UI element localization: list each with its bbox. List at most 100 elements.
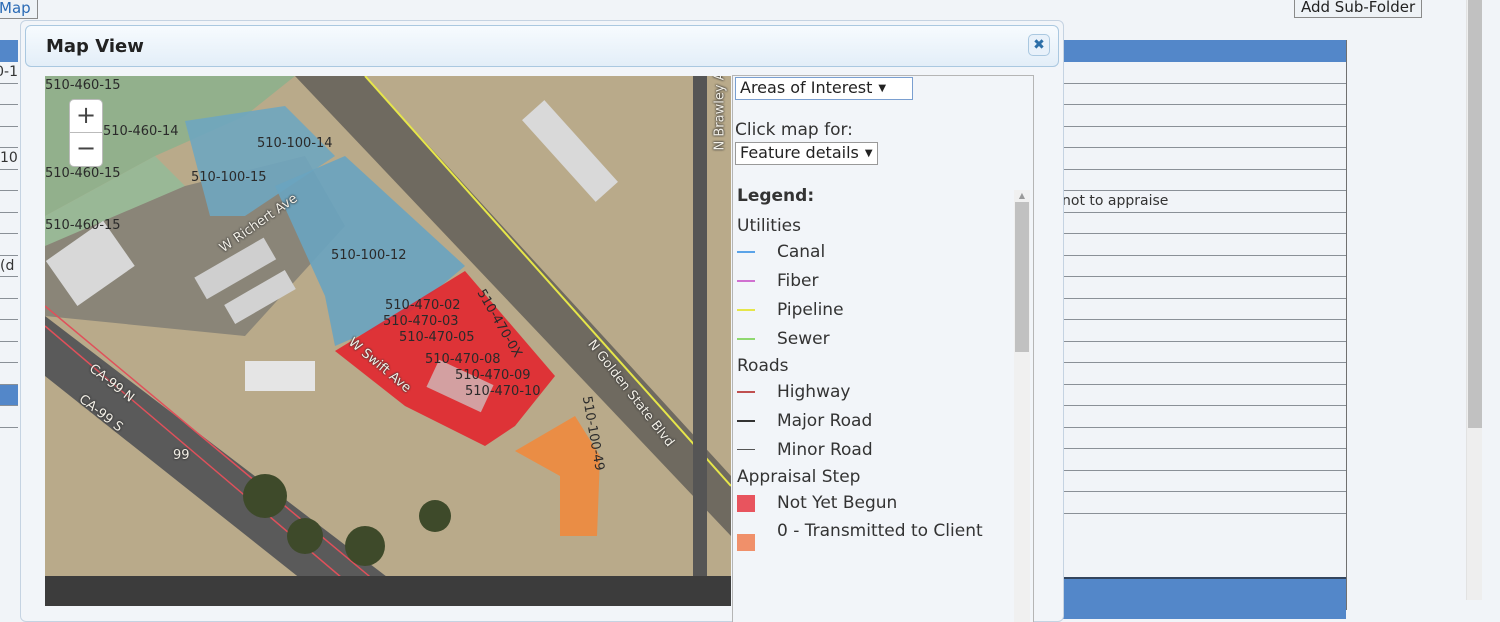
table-row[interactable]	[1062, 84, 1346, 105]
legend-item-label: Minor Road	[777, 440, 873, 460]
parcel-label[interactable]: 510-460-15	[45, 218, 121, 233]
background-table-left: 0-1 10 d)	[0, 40, 18, 610]
table-row[interactable]	[1062, 385, 1346, 406]
table-row[interactable]	[1062, 299, 1346, 320]
table-row[interactable]	[1062, 277, 1346, 299]
legend-swatch-icon	[737, 534, 755, 551]
legend-item-label: Not Yet Begun	[777, 493, 898, 513]
table-row[interactable]	[0, 213, 18, 234]
dropdown-arrow-icon: ▼	[878, 82, 887, 94]
table-row[interactable]	[0, 84, 18, 105]
legend: Legend: Utilities Canal Fiber Pipeline Sewer…	[737, 186, 1013, 566]
map-view-dialog: Map View ✖ 510-460-15 510-460-14 510-460…	[20, 20, 1064, 622]
legend-title: Legend:	[737, 186, 815, 206]
add-subfolder-button[interactable]: Add Sub-Folder	[1294, 0, 1423, 18]
table-row[interactable]	[1062, 449, 1346, 471]
table-row[interactable]	[1062, 256, 1346, 277]
table-row[interactable]	[0, 127, 18, 148]
map-canvas[interactable]: 510-460-15 510-460-14 510-460-15 510-460-15…	[45, 76, 731, 606]
parcel-label[interactable]: 510-460-14	[103, 124, 179, 139]
parcel-label[interactable]: 510-470-08	[425, 352, 501, 367]
table-row[interactable]: not to appraise	[1062, 191, 1346, 213]
table-row[interactable]	[0, 277, 18, 299]
zoom-control: + −	[69, 99, 103, 167]
table-row[interactable]	[0, 342, 18, 363]
table-row[interactable]	[1062, 127, 1346, 148]
close-icon: ✖	[1033, 37, 1045, 53]
table-row[interactable]	[0, 105, 18, 127]
table-row[interactable]: d)	[0, 256, 18, 277]
legend-line-icon	[737, 391, 755, 393]
street-label: N Brawley Ave	[712, 76, 728, 151]
legend-swatch-icon	[737, 495, 755, 512]
table-row[interactable]	[0, 299, 18, 320]
table-row[interactable]	[0, 191, 18, 213]
table-row[interactable]	[1062, 428, 1346, 449]
legend-item-label: Major Road	[777, 411, 873, 431]
legend-group-title: Utilities	[737, 216, 801, 236]
click-action-select[interactable]: Feature details ▼	[735, 142, 878, 165]
scroll-up-icon[interactable]: ▲	[1014, 190, 1030, 202]
table-row[interactable]	[1062, 320, 1346, 342]
parcel-label[interactable]: 510-460-15	[45, 78, 121, 93]
dialog-title: Map View	[46, 36, 144, 57]
map-button[interactable]: Map	[0, 0, 38, 19]
table-row[interactable]	[1062, 492, 1346, 514]
legend-line-icon	[737, 280, 755, 282]
table-row[interactable]	[0, 384, 18, 406]
parcel-label[interactable]: 510-470-10	[465, 384, 541, 399]
legend-item: Fiber	[737, 269, 1013, 298]
table-row[interactable]	[1062, 213, 1346, 234]
table-row[interactable]	[1062, 234, 1346, 256]
legend-item: Highway	[737, 380, 1013, 409]
parcel-label[interactable]: 510-470-09	[455, 368, 531, 383]
table-row[interactable]	[1062, 363, 1346, 385]
table-row[interactable]	[1062, 148, 1346, 170]
legend-item-label: Fiber	[777, 271, 819, 291]
table-row[interactable]	[0, 170, 18, 191]
table-header	[1062, 40, 1346, 62]
table-row[interactable]: 0-1	[0, 62, 18, 84]
zoom-out-button[interactable]: −	[70, 133, 102, 165]
layer-select[interactable]: Areas of Interest ▼	[735, 77, 913, 100]
legend-line-icon	[737, 338, 755, 340]
legend-scrollbar[interactable]: ▲	[1014, 190, 1030, 622]
legend-group-title: Roads	[737, 356, 789, 376]
legend-line-icon	[737, 309, 755, 311]
legend-item: Pipeline	[737, 298, 1013, 327]
table-row[interactable]	[0, 320, 18, 342]
legend-group-title: Appraisal Step	[737, 467, 861, 487]
table-row[interactable]	[0, 363, 18, 385]
table-row[interactable]	[1062, 471, 1346, 492]
dialog-titlebar[interactable]: Map View ✖	[25, 25, 1059, 67]
table-row[interactable]	[1062, 342, 1346, 363]
table-row[interactable]	[1062, 105, 1346, 127]
legend-line-icon	[737, 449, 755, 450]
parcel-label[interactable]: 510-460-15	[45, 166, 121, 181]
page-scrollbar[interactable]	[1466, 0, 1482, 600]
table-row[interactable]	[0, 406, 18, 428]
parcel-label[interactable]: 510-470-02	[385, 298, 461, 313]
close-button[interactable]: ✖	[1028, 34, 1050, 56]
parcel-label[interactable]: 510-470-03	[383, 314, 459, 329]
legend-item-label: Pipeline	[777, 300, 844, 320]
table-row[interactable]	[1062, 62, 1346, 84]
click-action-value: Feature details	[740, 143, 859, 162]
parcel-label[interactable]: 510-100-14	[257, 136, 333, 151]
map-side-panel: Areas of Interest ▼ Click map for: Featur…	[732, 75, 1034, 622]
parcel-label[interactable]: 510-470-05	[399, 330, 475, 345]
parcel-label[interactable]: 510-100-12	[331, 248, 407, 263]
legend-item-label: Canal	[777, 242, 826, 262]
table-row[interactable]	[1062, 406, 1346, 428]
scrollbar-thumb[interactable]	[1468, 0, 1482, 428]
zoom-in-button[interactable]: +	[70, 100, 102, 133]
table-row[interactable]	[0, 234, 18, 256]
table-row[interactable]: 10	[0, 148, 18, 170]
parcel-label[interactable]: 510-100-15	[191, 170, 267, 185]
background-table: not to appraise	[1062, 40, 1347, 619]
table-row[interactable]	[1062, 170, 1346, 191]
legend-item: Canal	[737, 240, 1013, 269]
legend-item: Not Yet Begun	[737, 491, 1013, 520]
legend-scroll-thumb[interactable]	[1015, 202, 1029, 352]
legend-line-icon	[737, 251, 755, 253]
